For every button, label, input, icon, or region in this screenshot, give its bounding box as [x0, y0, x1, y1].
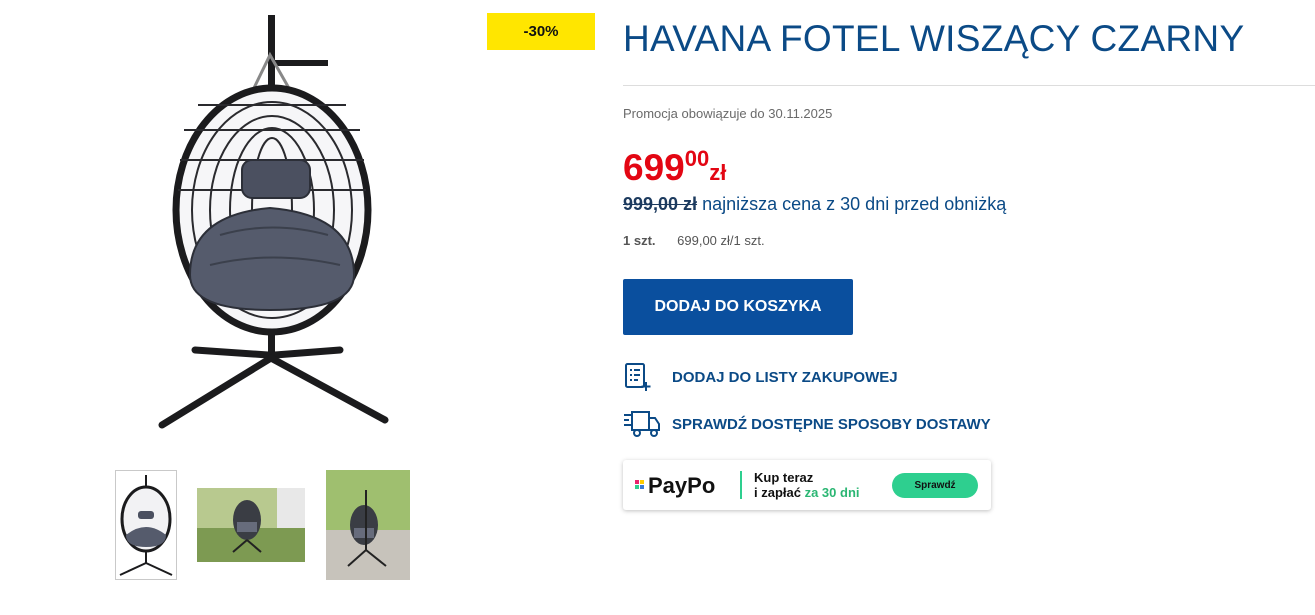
discount-badge: -30% [487, 13, 595, 50]
add-to-shopping-list-link[interactable]: DODAJ DO LISTY ZAKUPOWEJ [623, 360, 898, 394]
price-currency: zł [709, 160, 727, 185]
paypo-line2-prefix: i zapłać [754, 485, 801, 500]
promotion-validity: Promocja obowiązuje do 30.11.2025 [623, 106, 833, 121]
paypo-logo-text: PayPo [648, 473, 716, 498]
current-price: 69900zł [623, 146, 726, 189]
product-title: HAVANA FOTEL WISZĄCY CZARNY [623, 18, 1245, 59]
price-decimal: 00 [684, 146, 710, 171]
hanging-chair-image [158, 15, 389, 429]
paypo-separator [740, 471, 742, 499]
paypo-logo-icon [635, 480, 644, 489]
thumbnail-1[interactable] [115, 470, 177, 580]
check-delivery-label: SPRAWDŹ DOSTĘPNE SPOSOBY DOSTAWY [672, 415, 991, 433]
unit-price: 699,00 zł/1 szt. [677, 233, 765, 248]
thumbnail-3[interactable] [326, 470, 410, 580]
title-divider [623, 85, 1315, 86]
price-integer: 699 [623, 147, 685, 188]
paypo-check-button[interactable]: Sprawdź [892, 473, 978, 498]
add-to-list-label: DODAJ DO LISTY ZAKUPOWEJ [672, 368, 898, 386]
paypo-logo: PayPo [635, 473, 715, 499]
paypo-widget: PayPo Kup teraz i zapłać za 30 dni Spraw… [623, 460, 991, 510]
old-price: 999,00 zł [623, 194, 698, 214]
unit-price-line: 1 szt. 699,00 zł/1 szt. [623, 233, 765, 248]
paypo-message: Kup teraz i zapłać za 30 dni [754, 470, 860, 500]
delivery-truck-icon [623, 407, 661, 441]
paypo-line1: Kup teraz [754, 470, 814, 485]
check-delivery-link[interactable]: SPRAWDŹ DOSTĘPNE SPOSOBY DOSTAWY [623, 407, 991, 441]
old-price-note: najniższa cena z 30 dni przed obniżką [702, 194, 1007, 214]
old-price-line: 999,00 zł najniższa cena z 30 dni przed … [623, 194, 1006, 215]
paypo-line2-highlight: za 30 dni [804, 485, 860, 500]
add-to-cart-button[interactable]: DODAJ DO KOSZYKA [623, 279, 853, 335]
product-main-image[interactable] [150, 10, 400, 440]
unit-quantity: 1 szt. [623, 233, 656, 248]
shopping-list-icon [623, 360, 661, 394]
thumbnail-2[interactable] [197, 488, 305, 562]
